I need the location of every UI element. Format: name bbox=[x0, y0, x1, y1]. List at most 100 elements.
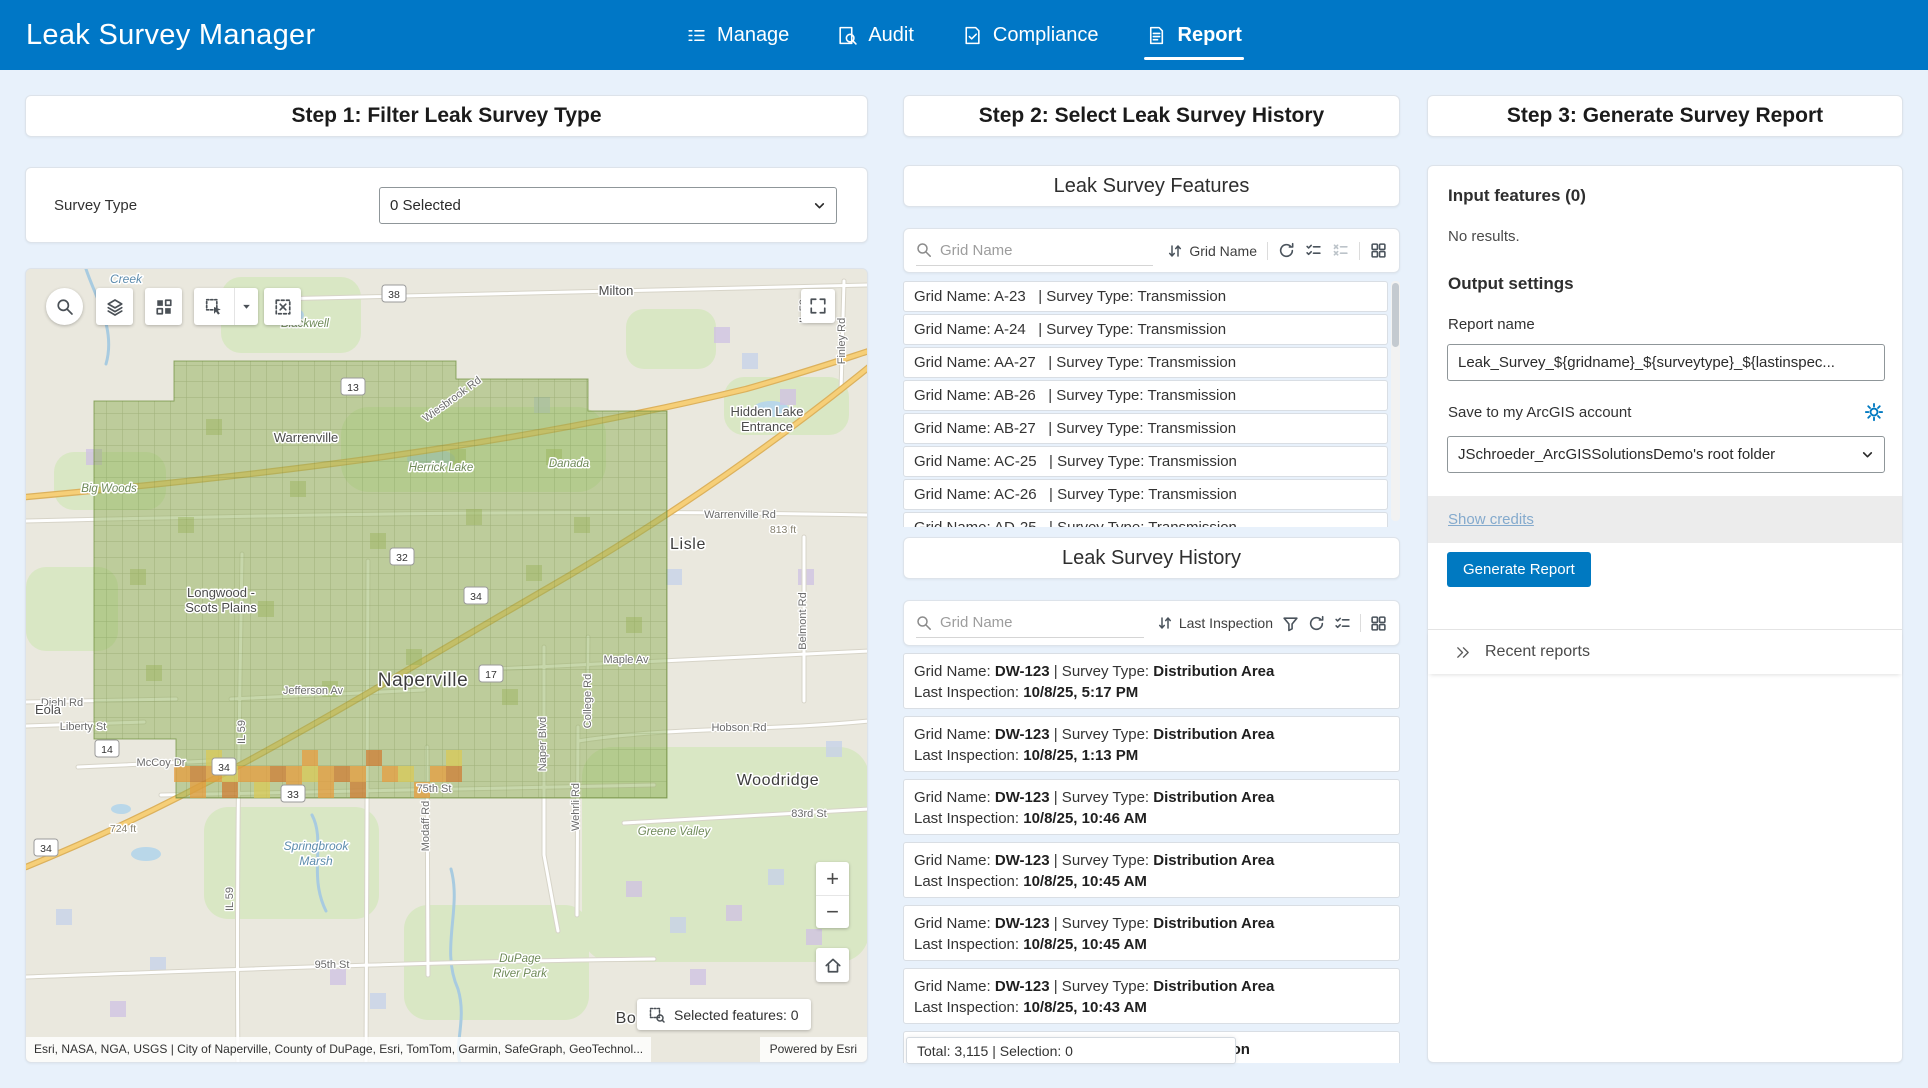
features-list: Grid Name: A-23 | Survey Type: Transmiss… bbox=[903, 281, 1400, 527]
map-cell bbox=[366, 750, 382, 766]
svg-text:34: 34 bbox=[470, 591, 482, 603]
app-title: Leak Survey Manager bbox=[26, 19, 315, 52]
compliance-icon bbox=[962, 25, 983, 46]
divider bbox=[1360, 614, 1361, 632]
feature-row[interactable]: Grid Name: AB-26 | Survey Type: Transmis… bbox=[903, 380, 1388, 411]
map-search-button[interactable] bbox=[46, 288, 83, 325]
map-cell bbox=[222, 782, 238, 798]
svg-text:13: 13 bbox=[347, 382, 359, 394]
select-all-icon[interactable] bbox=[1305, 242, 1322, 259]
select-all-icon[interactable] bbox=[1334, 615, 1351, 632]
history-row[interactable]: Grid Name: DW-123 | Survey Type: Distrib… bbox=[903, 779, 1400, 835]
feature-row[interactable]: Grid Name: A-24 | Survey Type: Transmiss… bbox=[903, 314, 1388, 345]
history-sort-button[interactable]: Last Inspection bbox=[1157, 615, 1273, 631]
map-cell bbox=[370, 533, 386, 549]
nav-label: Compliance bbox=[993, 24, 1099, 47]
map-label: River Park bbox=[493, 968, 548, 980]
feature-row[interactable]: Grid Name: AB-27 | Survey Type: Transmis… bbox=[903, 413, 1388, 444]
features-search-input[interactable] bbox=[940, 242, 1153, 259]
filter-icon[interactable] bbox=[1282, 615, 1299, 632]
feature-row[interactable]: Grid Name: AA-27 | Survey Type: Transmis… bbox=[903, 347, 1388, 378]
features-scrollbar[interactable] bbox=[1391, 281, 1400, 521]
map-label: 75th St bbox=[417, 783, 452, 795]
folder-value: JSchroeder_ArcGISSolutionsDemo's root fo… bbox=[1458, 446, 1775, 463]
step1-title-card: Step 1: Filter Leak Survey Type bbox=[25, 95, 868, 137]
search-icon bbox=[916, 242, 932, 258]
refresh-icon[interactable] bbox=[1278, 242, 1295, 259]
nav-compliance[interactable]: Compliance bbox=[962, 0, 1099, 70]
map-label: Woodridge bbox=[737, 772, 820, 789]
map-cell bbox=[290, 481, 306, 497]
apps-grid-icon[interactable] bbox=[1370, 242, 1387, 259]
select-rectangle-icon bbox=[194, 288, 234, 325]
report-name-input[interactable] bbox=[1447, 344, 1885, 381]
refresh-icon[interactable] bbox=[1308, 615, 1325, 632]
map-cell bbox=[768, 869, 784, 885]
recent-reports-row[interactable]: Recent reports bbox=[1428, 629, 1902, 674]
map-basemap-button[interactable] bbox=[145, 288, 182, 325]
nav-report[interactable]: Report bbox=[1147, 0, 1242, 70]
route-shield: 34 bbox=[212, 758, 236, 775]
generate-report-button[interactable]: Generate Report bbox=[1447, 552, 1591, 587]
features-rows: Grid Name: A-23 | Survey Type: Transmiss… bbox=[903, 281, 1400, 527]
map-cell bbox=[626, 881, 642, 897]
route-shield: 14 bbox=[95, 740, 119, 757]
zoom-in-button[interactable]: + bbox=[816, 862, 849, 895]
map-cell bbox=[190, 782, 206, 798]
history-row[interactable]: Grid Name: DW-123 | Survey Type: Distrib… bbox=[903, 716, 1400, 772]
scrollbar-thumb[interactable] bbox=[1392, 283, 1399, 347]
svg-text:34: 34 bbox=[218, 762, 230, 774]
nav-label: Manage bbox=[717, 24, 789, 47]
features-sort-button[interactable]: Grid Name bbox=[1167, 243, 1257, 259]
map-label: Greene Valley bbox=[638, 826, 712, 838]
map-label: Naperville bbox=[378, 670, 468, 691]
credits-bar: Show credits bbox=[1428, 496, 1902, 543]
nav-manage[interactable]: Manage bbox=[686, 0, 789, 70]
map-cell bbox=[178, 517, 194, 533]
nav-audit[interactable]: Audit bbox=[837, 0, 914, 70]
map-label: Lisle bbox=[670, 536, 706, 553]
select-tool-caret[interactable] bbox=[234, 288, 258, 325]
history-row[interactable]: Grid Name: DW-123 | Survey Type: Distrib… bbox=[903, 653, 1400, 709]
map-canvas[interactable]: CreekBlackwellMiltonIL 53Finley RdWiesbr… bbox=[26, 269, 868, 1063]
map-cell bbox=[302, 750, 318, 766]
powered-by-esri-link[interactable]: Powered by Esri bbox=[760, 1037, 867, 1062]
history-search[interactable] bbox=[916, 608, 1144, 638]
map-expand-button[interactable] bbox=[801, 289, 835, 323]
svg-text:32: 32 bbox=[396, 552, 408, 564]
map[interactable]: CreekBlackwellMiltonIL 53Finley RdWiesbr… bbox=[25, 268, 868, 1063]
map-label: DuPage bbox=[499, 953, 541, 965]
map-cell bbox=[254, 782, 270, 798]
features-toolbar: Grid Name bbox=[903, 228, 1400, 273]
show-credits-link[interactable]: Show credits bbox=[1448, 511, 1534, 528]
clear-selection-icon[interactable] bbox=[1332, 242, 1349, 259]
gear-icon[interactable] bbox=[1864, 402, 1884, 422]
map-cell bbox=[446, 766, 462, 782]
map-cell bbox=[286, 766, 302, 782]
step2-title: Step 2: Select Leak Survey History bbox=[979, 104, 1325, 128]
history-row[interactable]: Grid Name: DW-123 | Survey Type: Distrib… bbox=[903, 842, 1400, 898]
zoom-out-button[interactable]: − bbox=[816, 895, 849, 928]
apps-grid-icon[interactable] bbox=[1370, 615, 1387, 632]
map-clear-selection-button[interactable] bbox=[264, 288, 301, 325]
map-layers-button[interactable] bbox=[96, 288, 133, 325]
map-home-button[interactable] bbox=[816, 948, 849, 982]
map-select-tool[interactable] bbox=[194, 288, 258, 325]
feature-row[interactable]: Grid Name: AC-25 | Survey Type: Transmis… bbox=[903, 446, 1388, 477]
survey-type-select[interactable]: 0 Selected bbox=[379, 187, 837, 224]
map-cell bbox=[726, 905, 742, 921]
history-row[interactable]: Grid Name: DW-123 | Survey Type: Distrib… bbox=[903, 905, 1400, 961]
features-search[interactable] bbox=[916, 236, 1153, 266]
folder-select[interactable]: JSchroeder_ArcGISSolutionsDemo's root fo… bbox=[1447, 436, 1885, 473]
map-label: IL 59 bbox=[224, 887, 236, 911]
map-cell bbox=[742, 353, 758, 369]
history-row[interactable]: Grid Name: DW-123 | Survey Type: Distrib… bbox=[903, 968, 1400, 1024]
map-label: Creek bbox=[110, 272, 143, 286]
feature-row[interactable]: Grid Name: AC-26 | Survey Type: Transmis… bbox=[903, 479, 1388, 510]
app-header: Leak Survey Manager Manage Audit Complia… bbox=[0, 0, 1928, 70]
map-cell bbox=[826, 741, 842, 757]
feature-row[interactable]: Grid Name: A-23 | Survey Type: Transmiss… bbox=[903, 281, 1388, 312]
map-label: Eola bbox=[35, 702, 62, 717]
feature-row[interactable]: Grid Name: AD-25 | Survey Type: Transmis… bbox=[903, 512, 1388, 527]
history-search-input[interactable] bbox=[940, 614, 1144, 631]
